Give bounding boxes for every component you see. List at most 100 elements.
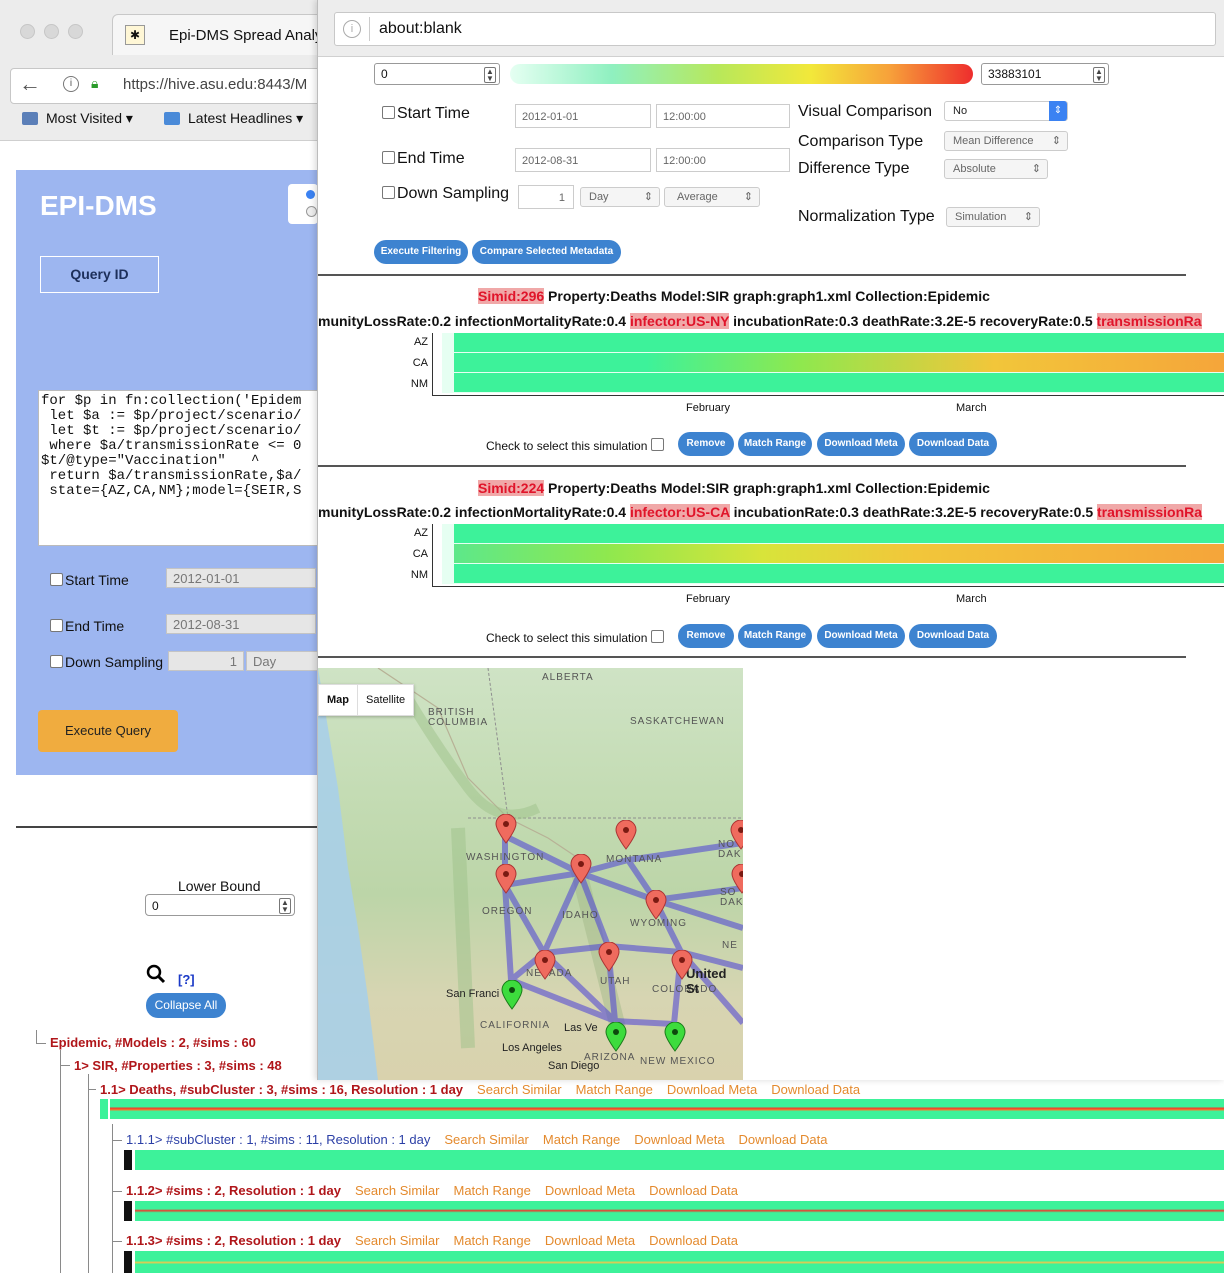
end-clock-input[interactable]: 12:00:00 bbox=[656, 148, 790, 172]
red-map-marker-icon[interactable] bbox=[495, 864, 517, 894]
down-sampling-checkbox[interactable] bbox=[50, 655, 63, 668]
spinner-arrows-icon[interactable]: ▲ ▼ bbox=[279, 898, 291, 914]
popup-url[interactable]: about:blank bbox=[379, 20, 462, 38]
bookmark-latest-headlines[interactable]: Latest Headlines ▾ bbox=[164, 110, 303, 127]
map-type-toggle[interactable]: Map Satellite bbox=[318, 684, 415, 716]
search-similar-link[interactable]: Search Similar bbox=[477, 1082, 562, 1097]
start-clock-input[interactable]: 12:00:00 bbox=[656, 104, 790, 128]
select-simulation-checkbox[interactable] bbox=[650, 438, 664, 451]
info-icon[interactable]: i bbox=[63, 76, 79, 92]
end-time-checkbox[interactable] bbox=[382, 151, 395, 164]
search-similar-link[interactable]: Search Similar bbox=[444, 1132, 529, 1147]
info-icon[interactable]: i bbox=[343, 20, 361, 38]
down-sampling-checkbox[interactable] bbox=[382, 186, 395, 199]
spinner-arrows-icon[interactable]: ▲ ▼ bbox=[1093, 67, 1105, 83]
tree-subcluster-2[interactable]: 1.1.2> #sims : 2, Resolution : 1 day Sear… bbox=[126, 1183, 738, 1198]
green-map-marker-icon[interactable] bbox=[605, 1022, 627, 1052]
down-sampling-unit-select[interactable]: Day ⇕ bbox=[580, 187, 660, 207]
red-map-marker-icon[interactable] bbox=[730, 820, 743, 850]
range-min-input[interactable]: 0 ▲ ▼ bbox=[374, 63, 500, 85]
collapse-all-button[interactable]: Collapse All bbox=[146, 993, 226, 1018]
comparison-type-select[interactable]: Mean Difference ⇕ bbox=[944, 131, 1068, 151]
download-data-link[interactable]: Download Data bbox=[771, 1082, 860, 1097]
lower-bound-input[interactable]: 0 ▲ ▼ bbox=[145, 894, 295, 916]
end-date-input[interactable]: 2012-08-31 bbox=[515, 148, 651, 172]
visual-comparison-select[interactable]: No ⇕ bbox=[944, 101, 1068, 121]
download-meta-link[interactable]: Download Meta bbox=[545, 1233, 635, 1248]
red-map-marker-icon[interactable] bbox=[570, 854, 592, 884]
end-time-checkbox[interactable] bbox=[50, 619, 63, 632]
red-map-marker-icon[interactable] bbox=[731, 864, 743, 894]
red-map-marker-icon[interactable] bbox=[598, 942, 620, 972]
red-map-marker-icon[interactable] bbox=[534, 950, 556, 980]
tree-root[interactable]: Epidemic, #Models : 2, #sims : 60 bbox=[50, 1035, 256, 1050]
download-data-button[interactable]: Download Data bbox=[909, 624, 997, 648]
download-meta-button[interactable]: Download Meta bbox=[817, 624, 905, 648]
minimize-window-button[interactable] bbox=[44, 24, 59, 39]
spinner-arrows-icon[interactable]: ▲ ▼ bbox=[484, 67, 496, 83]
popup-url-box[interactable]: i about:blank bbox=[334, 12, 1216, 46]
back-arrow-icon[interactable]: ← bbox=[19, 71, 41, 97]
tree-property[interactable]: 1.1> Deaths, #subCluster : 3, #sims : 16… bbox=[100, 1082, 860, 1097]
help-link[interactable]: [?] bbox=[178, 972, 195, 987]
red-map-marker-icon[interactable] bbox=[615, 820, 637, 850]
start-date-input[interactable]: 2012-01-01 bbox=[515, 104, 651, 128]
remove-button[interactable]: Remove bbox=[678, 624, 734, 648]
match-range-link[interactable]: Match Range bbox=[453, 1233, 530, 1248]
download-meta-link[interactable]: Download Meta bbox=[634, 1132, 724, 1147]
down-sampling-unit[interactable]: Day bbox=[246, 651, 320, 671]
start-time-checkbox[interactable] bbox=[382, 106, 395, 119]
tree-subcluster-1[interactable]: 1.1.1> #subCluster : 1, #sims : 11, Reso… bbox=[126, 1132, 827, 1147]
address-url[interactable]: https://hive.asu.edu:8443/M bbox=[123, 76, 307, 93]
search-icon[interactable] bbox=[146, 964, 166, 990]
normalization-type-select[interactable]: Simulation ⇕ bbox=[946, 207, 1040, 227]
down-sampling-agg-select[interactable]: Average ⇕ bbox=[664, 187, 760, 207]
download-meta-link[interactable]: Download Meta bbox=[545, 1183, 635, 1198]
radio-unselected[interactable] bbox=[306, 206, 317, 217]
download-meta-button[interactable]: Download Meta bbox=[817, 432, 905, 456]
start-time-field[interactable]: 2012-01-01 bbox=[166, 568, 316, 588]
select-simulation-checkbox[interactable] bbox=[650, 630, 664, 643]
download-data-link[interactable]: Download Data bbox=[649, 1233, 738, 1248]
match-range-link[interactable]: Match Range bbox=[576, 1082, 653, 1097]
map-button[interactable]: Map bbox=[319, 685, 357, 715]
red-map-marker-icon[interactable] bbox=[495, 814, 517, 844]
satellite-button[interactable]: Satellite bbox=[357, 685, 413, 715]
green-map-marker-icon[interactable] bbox=[664, 1022, 686, 1052]
download-data-button[interactable]: Download Data bbox=[909, 432, 997, 456]
bookmark-most-visited[interactable]: Most Visited ▾ bbox=[22, 110, 133, 127]
difference-type-select[interactable]: Absolute ⇕ bbox=[944, 159, 1048, 179]
query-id-button[interactable]: Query ID bbox=[40, 256, 159, 293]
down-sampling-value[interactable]: 1 bbox=[518, 185, 574, 209]
down-sampling-value[interactable]: 1 bbox=[168, 651, 244, 671]
search-similar-link[interactable]: Search Similar bbox=[355, 1183, 440, 1198]
match-range-link[interactable]: Match Range bbox=[453, 1183, 530, 1198]
radio-group[interactable] bbox=[288, 184, 318, 224]
match-range-button[interactable]: Match Range bbox=[738, 432, 812, 456]
zoom-window-button[interactable] bbox=[68, 24, 83, 39]
address-bar[interactable]: ← i 🔒︎ https://hive.asu.edu:8443/M bbox=[10, 68, 332, 104]
red-map-marker-icon[interactable] bbox=[671, 950, 693, 980]
close-window-button[interactable] bbox=[20, 24, 35, 39]
download-data-link[interactable]: Download Data bbox=[649, 1183, 738, 1198]
tree-model[interactable]: 1> SIR, #Properties : 3, #sims : 48 bbox=[74, 1058, 282, 1073]
tree-subcluster-3[interactable]: 1.1.3> #sims : 2, Resolution : 1 day Sear… bbox=[126, 1233, 738, 1248]
search-similar-link[interactable]: Search Similar bbox=[355, 1233, 440, 1248]
match-range-link[interactable]: Match Range bbox=[543, 1132, 620, 1147]
query-textarea[interactable]: for $p in fn:collection('Epidem let $a :… bbox=[38, 390, 322, 546]
remove-button[interactable]: Remove bbox=[678, 432, 734, 456]
radio-selected[interactable] bbox=[306, 190, 315, 199]
map-view[interactable]: Map Satellite ALBERTA BRITISH COLUMBIA SA… bbox=[318, 668, 743, 1080]
red-map-marker-icon[interactable] bbox=[645, 890, 667, 920]
range-max-input[interactable]: 33883101 ▲ ▼ bbox=[981, 63, 1109, 85]
green-map-marker-icon[interactable] bbox=[501, 980, 523, 1010]
match-range-button[interactable]: Match Range bbox=[738, 624, 812, 648]
start-time-checkbox[interactable] bbox=[50, 573, 63, 586]
browser-tab[interactable]: ✱ Epi-DMS Spread Analy bbox=[112, 14, 324, 55]
compare-selected-metadata-button[interactable]: Compare Selected Metadata bbox=[472, 240, 621, 264]
execute-query-button[interactable]: Execute Query bbox=[38, 710, 178, 752]
execute-filtering-button[interactable]: Execute Filtering bbox=[374, 240, 468, 264]
download-meta-link[interactable]: Download Meta bbox=[667, 1082, 757, 1097]
download-data-link[interactable]: Download Data bbox=[739, 1132, 828, 1147]
end-time-field[interactable]: 2012-08-31 bbox=[166, 614, 316, 634]
